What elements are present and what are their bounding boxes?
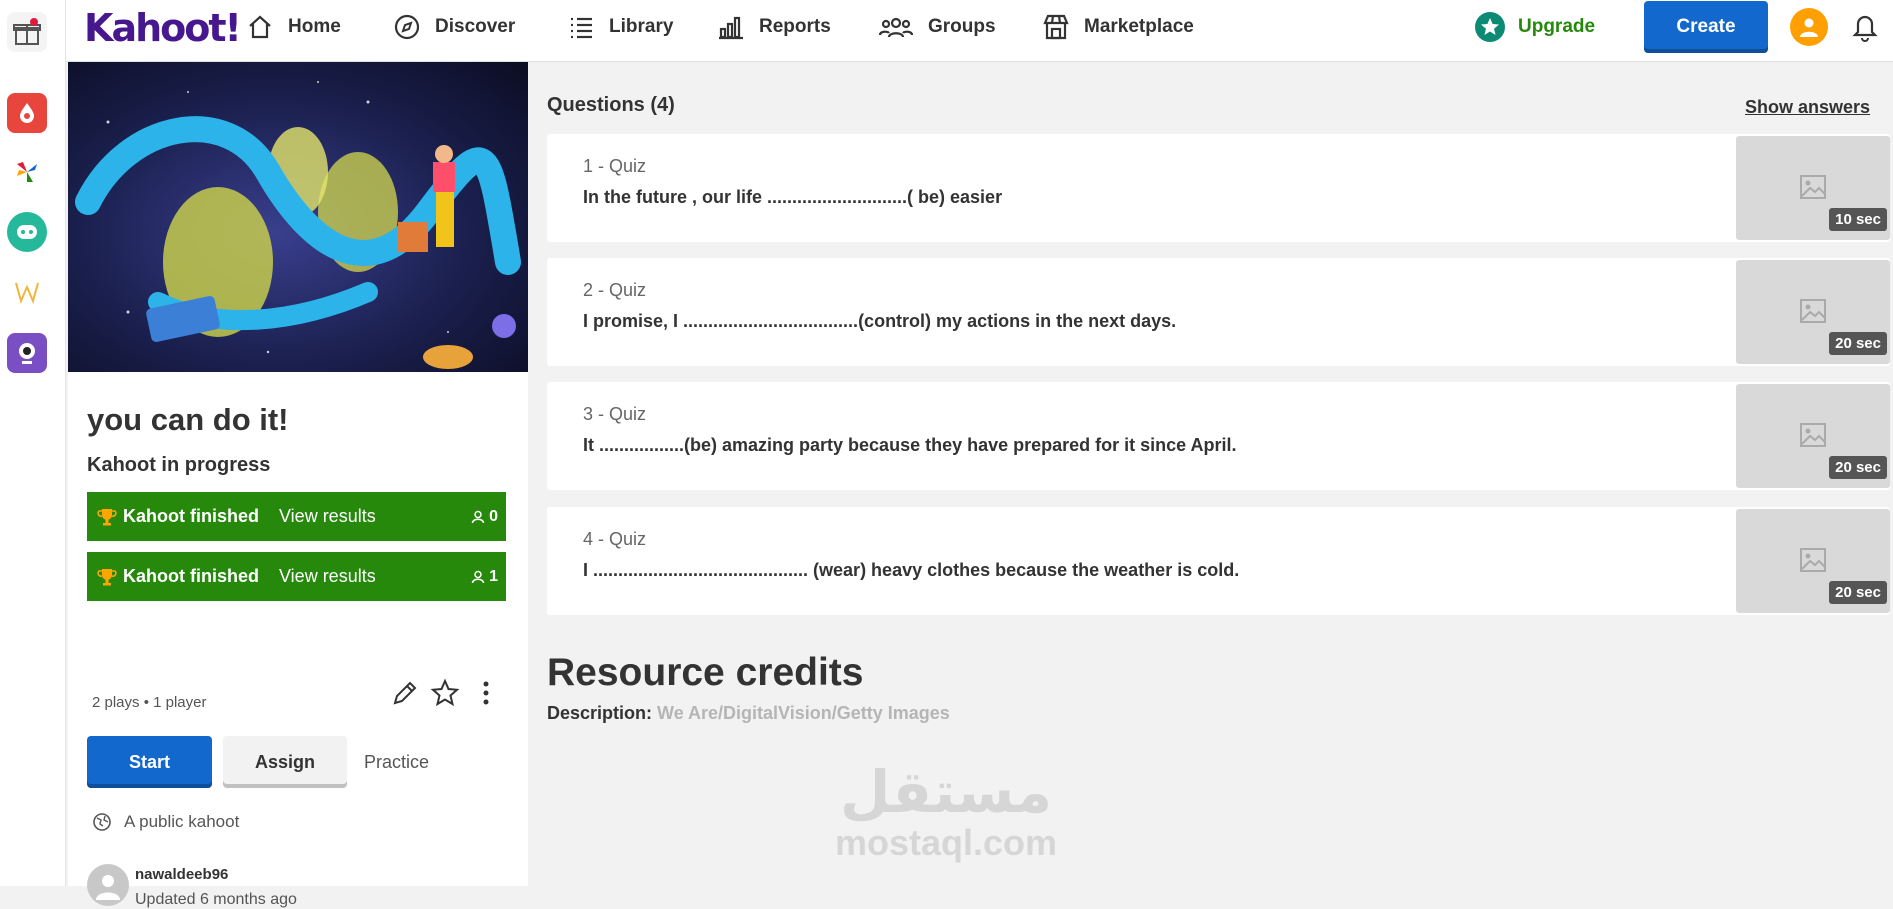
globe-icon xyxy=(93,813,111,831)
user-icon xyxy=(1800,18,1818,37)
kahoot-title: you can do it! xyxy=(87,402,289,437)
session-status: Kahoot finished xyxy=(123,566,259,586)
question-thumbnail: 20 sec xyxy=(1736,260,1890,364)
users-icon xyxy=(878,17,914,38)
store-icon xyxy=(1043,14,1069,40)
person-icon xyxy=(471,510,485,523)
app-rail xyxy=(0,0,66,886)
nav-marketplace-label: Marketplace xyxy=(1084,16,1194,37)
image-placeholder-icon xyxy=(1800,423,1826,447)
list-icon xyxy=(571,17,592,39)
question-card[interactable]: 4 - Quiz I .............................… xyxy=(547,507,1890,615)
monster-app-icon[interactable] xyxy=(7,333,47,373)
compass-icon xyxy=(394,14,420,40)
question-thumbnail: 20 sec xyxy=(1736,384,1890,488)
user-icon xyxy=(96,875,120,900)
questions-heading: Questions (4) xyxy=(547,94,675,116)
watermark-latin: mostaql.com xyxy=(834,822,1058,863)
upgrade-label: Upgrade xyxy=(1518,16,1596,37)
upgrade-link[interactable]: Upgrade xyxy=(1474,10,1595,44)
nav-reports-label: Reports xyxy=(759,16,831,37)
visibility-label: A public kahoot xyxy=(124,812,240,831)
nav-library[interactable]: Library xyxy=(567,0,673,54)
session-row[interactable]: Kahoot finished View results 1 xyxy=(87,552,506,601)
person-icon xyxy=(471,570,485,583)
more-options-icon[interactable] xyxy=(471,678,501,708)
player-count-value: 0 xyxy=(489,507,498,525)
create-button[interactable]: Create xyxy=(1644,1,1768,53)
nav-discover[interactable]: Discover xyxy=(393,0,515,54)
nav-home[interactable]: Home xyxy=(246,0,341,54)
nav-library-label: Library xyxy=(609,16,674,37)
letter-w-app-icon[interactable] xyxy=(7,272,47,312)
star-badge-icon xyxy=(1475,12,1505,42)
resource-description: Description: We Are/DigitalVision/Getty … xyxy=(547,703,950,724)
user-avatar[interactable] xyxy=(1790,8,1828,46)
top-navigation: Kahoot! Home Discover Library Reports Gr… xyxy=(66,0,1893,62)
description-label: Description: xyxy=(547,703,653,723)
gift-icon[interactable] xyxy=(7,12,47,52)
assign-button[interactable]: Assign xyxy=(223,736,347,788)
description-value: We Are/DigitalVision/Getty Images xyxy=(657,703,950,723)
question-number: 4 - Quiz xyxy=(583,529,647,549)
question-text: I promise, I ...........................… xyxy=(583,311,1177,331)
nav-discover-label: Discover xyxy=(435,16,516,37)
drops-app-icon[interactable] xyxy=(7,93,47,133)
visibility-info: A public kahoot xyxy=(92,812,239,832)
start-button[interactable]: Start xyxy=(87,736,212,788)
question-number: 2 - Quiz xyxy=(583,280,647,300)
practice-button[interactable]: Practice xyxy=(364,752,429,773)
question-number: 1 - Quiz xyxy=(583,156,647,176)
time-limit-badge: 20 sec xyxy=(1829,456,1887,479)
player-count-value: 1 xyxy=(489,567,498,585)
cover-image xyxy=(68,62,528,372)
question-card[interactable]: 3 - Quiz It .................(be) amazin… xyxy=(547,382,1890,490)
question-thumbnail: 10 sec xyxy=(1736,136,1890,240)
question-text: I ......................................… xyxy=(583,560,1240,580)
question-text: In the future , our life ...............… xyxy=(583,187,1003,207)
image-placeholder-icon xyxy=(1800,175,1826,199)
time-limit-badge: 10 sec xyxy=(1829,208,1887,231)
question-card[interactable]: 2 - Quiz I promise, I ..................… xyxy=(547,258,1890,366)
updated-time: Updated 6 months ago xyxy=(135,891,297,908)
pinwheel-app-icon[interactable] xyxy=(7,152,47,192)
view-results-link[interactable]: View results xyxy=(279,566,376,587)
watermark: مستقل mostaql.com xyxy=(831,763,1061,873)
trophy-icon xyxy=(97,508,117,525)
question-card[interactable]: 1 - Quiz In the future , our life ......… xyxy=(547,134,1890,242)
image-placeholder-icon xyxy=(1800,299,1826,323)
view-results-link[interactable]: View results xyxy=(279,506,376,527)
question-thumbnail: 20 sec xyxy=(1736,509,1890,613)
pencil-edit-icon[interactable] xyxy=(390,678,420,708)
show-answers-button[interactable]: Show answers xyxy=(1745,97,1870,118)
resource-credits-heading: Resource credits xyxy=(547,651,864,694)
nav-home-label: Home xyxy=(288,16,341,37)
time-limit-badge: 20 sec xyxy=(1829,332,1887,355)
notification-bell-icon[interactable] xyxy=(1850,10,1880,42)
nav-groups-label: Groups xyxy=(928,16,996,37)
nav-reports[interactable]: Reports xyxy=(717,0,831,54)
time-limit-badge: 20 sec xyxy=(1829,581,1887,604)
session-row[interactable]: Kahoot finished View results 0 xyxy=(87,492,506,541)
star-favorite-icon[interactable] xyxy=(430,678,460,708)
bar-chart-icon xyxy=(719,16,743,40)
watermark-arabic: مستقل xyxy=(839,760,1053,825)
player-count: 1 xyxy=(471,568,498,586)
kahoot-logo[interactable]: Kahoot! xyxy=(84,6,242,50)
chat-bot-app-icon[interactable] xyxy=(7,212,47,252)
nav-marketplace[interactable]: Marketplace xyxy=(1042,0,1194,54)
play-stats: 2 plays • 1 player xyxy=(92,694,207,711)
author-name[interactable]: nawaldeeb96 xyxy=(135,866,228,883)
question-number: 3 - Quiz xyxy=(583,404,647,424)
nav-groups[interactable]: Groups xyxy=(878,0,996,54)
home-icon xyxy=(249,15,271,39)
session-status: Kahoot finished xyxy=(123,506,259,526)
trophy-icon xyxy=(97,568,117,585)
kahoot-status-heading: Kahoot in progress xyxy=(87,454,271,476)
image-placeholder-icon xyxy=(1800,548,1826,572)
player-count: 0 xyxy=(471,508,498,526)
author-avatar[interactable] xyxy=(87,864,129,906)
kahoot-details-panel: you can do it! Kahoot in progress Kahoot… xyxy=(68,62,528,908)
question-text: It .................(be) amazing party b… xyxy=(583,435,1237,455)
